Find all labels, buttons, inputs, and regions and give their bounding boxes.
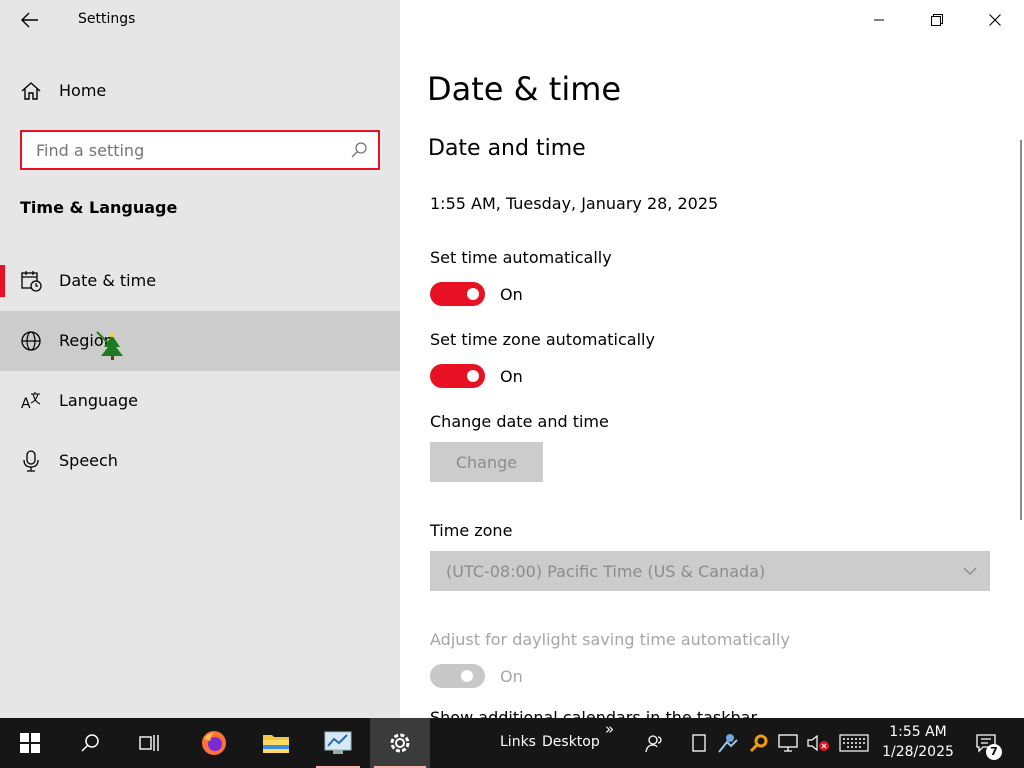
sidebar-item-date-time[interactable]: Date & time — [0, 251, 400, 311]
clock[interactable]: 1:55 AM 1/28/2025 — [872, 722, 964, 762]
keyboard-icon — [839, 734, 869, 752]
daylight-toggle[interactable] — [430, 664, 485, 688]
language-icon: A — [21, 392, 41, 412]
toggle-knob — [467, 370, 479, 382]
sidebar-item-label: Language — [59, 391, 138, 410]
daylight-label: Adjust for daylight saving time automati… — [430, 630, 790, 649]
current-datetime: 1:55 AM, Tuesday, January 28, 2025 — [430, 194, 719, 213]
desktop-toolbar[interactable]: Desktop — [542, 734, 600, 750]
sidebar: Settings Home Time & Language Date & tim… — [0, 0, 400, 718]
svg-text:A: A — [21, 396, 31, 412]
close-icon — [989, 14, 1001, 26]
toolbar-overflow-button[interactable]: » — [605, 720, 614, 738]
network-icon — [778, 734, 798, 752]
sidebar-item-label: Date & time — [59, 271, 157, 290]
tray-network-button[interactable] — [776, 718, 802, 768]
scrollbar[interactable] — [1020, 140, 1022, 520]
set-tz-auto-state: On — [500, 367, 523, 386]
gear-icon — [390, 733, 410, 753]
volume-muted-icon — [807, 734, 829, 752]
search-box — [20, 130, 380, 170]
daylight-state: On — [500, 667, 523, 686]
file-explorer-taskbar-button[interactable] — [252, 718, 300, 768]
back-button[interactable] — [14, 6, 46, 34]
toggle-knob — [467, 288, 479, 300]
show-calendars-label: Show additional calendars in the taskbar — [430, 708, 758, 718]
chevron-down-icon — [963, 567, 977, 575]
time-zone-value: (UTC-08:00) Pacific Time (US & Canada) — [446, 562, 766, 581]
people-icon — [645, 735, 662, 753]
tablet-icon — [692, 734, 706, 752]
sidebar-item-region[interactable]: Region — [0, 311, 400, 371]
sidebar-item-label: Speech — [59, 451, 118, 470]
search-taskbar-button[interactable] — [66, 718, 114, 768]
set-time-auto-state: On — [500, 285, 523, 304]
set-time-auto-label: Set time automatically — [430, 248, 612, 267]
taskbar: Links Desktop » 1:55 AM 1/28/2025 — [0, 718, 1024, 768]
page-title: Date & time — [427, 70, 622, 108]
app-title: Settings — [78, 11, 136, 27]
minimize-icon — [874, 19, 884, 21]
home-icon — [21, 82, 41, 100]
set-time-auto-toggle[interactable] — [430, 282, 485, 306]
sidebar-item-label: Home — [59, 81, 107, 100]
calendar-clock-icon — [21, 271, 42, 292]
restore-button[interactable] — [908, 0, 966, 40]
set-tz-auto-label: Set time zone automatically — [430, 330, 655, 349]
sidebar-item-language[interactable]: A Language — [0, 371, 400, 431]
tray-tablet-button[interactable] — [688, 718, 710, 768]
back-arrow-icon — [21, 12, 38, 28]
globe-icon — [21, 331, 41, 351]
main-content: Date & time Date and time 1:55 AM, Tuesd… — [400, 0, 1024, 718]
tray-network-app-button[interactable] — [716, 718, 740, 768]
action-center-button[interactable] — [966, 718, 1006, 768]
task-view-icon — [139, 735, 159, 751]
firefox-taskbar-button[interactable] — [190, 718, 238, 768]
firefox-icon — [202, 731, 226, 755]
tray-search-app-button[interactable] — [746, 718, 772, 768]
control-panel-icon — [324, 731, 352, 754]
folder-icon — [263, 735, 289, 753]
tray-volume-button[interactable] — [804, 718, 832, 768]
change-button[interactable]: Change — [430, 442, 543, 482]
people-button[interactable] — [640, 718, 670, 768]
restore-icon — [931, 14, 943, 26]
window-controls — [850, 0, 1024, 40]
clock-time: 1:55 AM — [889, 724, 947, 740]
toggle-knob — [461, 670, 473, 682]
search-icon — [81, 734, 99, 752]
clock-date: 1/28/2025 — [882, 744, 954, 760]
control-panel-taskbar-button[interactable] — [312, 718, 364, 768]
section-title: Time & Language — [20, 198, 178, 217]
minimize-button[interactable] — [850, 0, 908, 40]
start-button[interactable] — [6, 718, 54, 768]
microphone-icon — [23, 450, 39, 472]
time-zone-select[interactable]: (UTC-08:00) Pacific Time (US & Canada) — [430, 551, 990, 591]
tree-cursor-icon — [96, 331, 123, 360]
close-button[interactable] — [966, 0, 1024, 40]
time-zone-label: Time zone — [430, 521, 513, 540]
magnifier-app-icon — [749, 734, 768, 753]
sidebar-item-speech[interactable]: Speech — [0, 431, 400, 491]
network-app-icon — [718, 734, 738, 753]
windows-logo-icon — [20, 733, 40, 753]
change-datetime-label: Change date and time — [430, 412, 609, 431]
section-title: Date and time — [428, 136, 586, 161]
notification-badge: 7 — [986, 744, 1002, 760]
sidebar-item-home[interactable]: Home — [0, 68, 400, 114]
settings-taskbar-button[interactable] — [370, 718, 430, 768]
tray-keyboard-button[interactable] — [836, 718, 872, 768]
set-tz-auto-toggle[interactable] — [430, 364, 485, 388]
task-view-button[interactable] — [126, 718, 174, 768]
links-toolbar[interactable]: Links — [500, 734, 536, 750]
search-input[interactable] — [22, 132, 342, 168]
search-icon[interactable] — [350, 141, 368, 159]
